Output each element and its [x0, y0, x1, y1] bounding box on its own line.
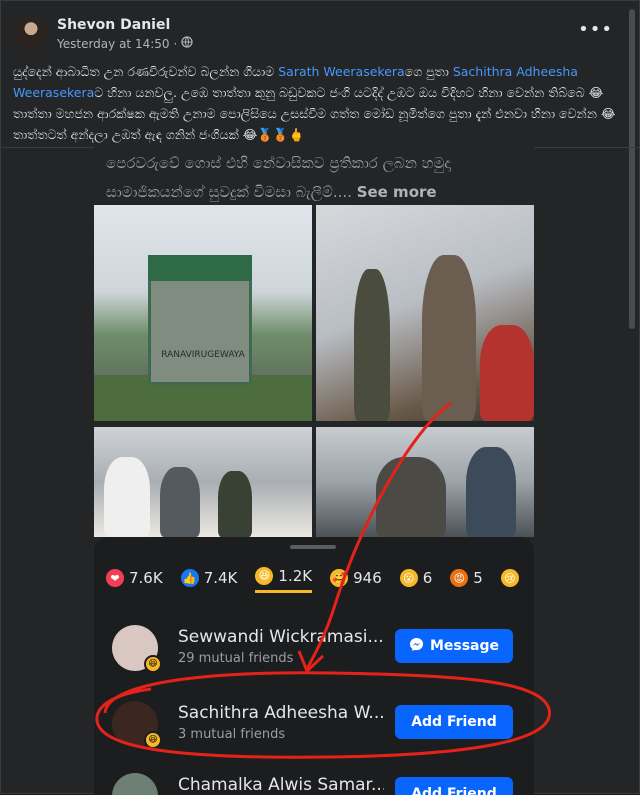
messenger-icon	[409, 637, 424, 656]
reaction-badge-icon: 😆	[144, 655, 162, 673]
post-card: Shevon Daniel Yesterday at 14:50 · ••• ය…	[0, 0, 640, 795]
photo-hospital-sign[interactable]: RANAVIRUGEWAYA	[94, 205, 312, 421]
see-more-link[interactable]: See more	[357, 183, 437, 201]
friend-name[interactable]: Chamalka Alwis Samar...	[178, 775, 384, 795]
reaction-tab[interactable]: 😆 1.2K	[255, 563, 313, 593]
post-meta: Yesterday at 14:50 ·	[57, 36, 193, 51]
reaction-emoji-icon: 🥰	[330, 569, 349, 587]
sign-roof	[148, 255, 252, 281]
mutual-friends: 29 mutual friends	[178, 651, 294, 666]
reaction-tab[interactable]: 👍 7.4K	[180, 563, 238, 593]
mention-link[interactable]: Sarath Weerasekera	[278, 64, 404, 79]
friend-name[interactable]: Sachithra Adheesha W...	[178, 703, 384, 723]
photo-ward[interactable]	[316, 427, 534, 537]
reaction-emoji-icon: ❤	[106, 569, 124, 587]
friend-avatar[interactable]	[112, 773, 158, 795]
reaction-emoji-icon: 😮	[399, 569, 418, 587]
post-text-part: ගෙ පුතා	[404, 64, 453, 79]
friend-row[interactable]: 😆 Sewwandi Wickramasi... 29 mutual friends…	[112, 621, 532, 677]
mutual-friends: 3 mutual friends	[178, 727, 286, 742]
post-text-part: යුද්දෙන් ආබාධිත උන රණවිරුවන්ව බලන්න ගියා…	[13, 64, 279, 79]
reaction-emoji-icon: 😢	[500, 569, 519, 587]
reaction-count: 1.2K	[278, 566, 313, 585]
friend-row[interactable]: 😆Chamalka Alwis Samar...Add Friend	[112, 769, 532, 795]
author-avatar[interactable]	[13, 15, 49, 51]
reaction-tab[interactable]: 😢	[500, 563, 524, 593]
sheet-handle[interactable]	[290, 545, 336, 549]
reaction-emoji-icon: 😡	[450, 569, 469, 587]
post-timestamp[interactable]: Yesterday at 14:50	[57, 37, 170, 51]
reaction-tab[interactable]: 🥰 946	[330, 563, 382, 593]
reaction-tab[interactable]: 😮 6	[399, 563, 433, 593]
scrollbar[interactable]	[629, 9, 635, 329]
embedded-screenshot[interactable]: පෙරවරුවේ ගොස් එහි නේවාසිකව ප්‍රතිකාර ලබන…	[94, 147, 534, 795]
friend-name[interactable]: Sewwandi Wickramasi...	[178, 627, 384, 647]
person-grey	[160, 467, 200, 537]
person-blue	[466, 447, 516, 537]
person-visitor	[422, 255, 476, 421]
person-visitor-2	[376, 457, 446, 537]
reaction-count: 946	[353, 569, 382, 587]
friend-action-button[interactable]: Message	[395, 629, 513, 663]
post-text-part: ට හිනා යනවලු. උඹෙ තාත්තා කුනු බඩුවකට ජංග…	[13, 85, 616, 142]
person-white-shirt	[104, 457, 150, 537]
reaction-count: 7.6K	[129, 569, 163, 587]
reaction-tab[interactable]: ❤ 7.6K	[106, 563, 163, 593]
person-patient	[480, 325, 534, 421]
button-label: Add Friend	[411, 714, 497, 730]
person-uniform	[218, 471, 252, 537]
author-name[interactable]: Shevon Daniel	[57, 17, 170, 33]
sign-text: RANAVIRUGEWAYA	[161, 350, 245, 360]
sign-board: RANAVIRUGEWAYA	[148, 255, 252, 385]
friend-row[interactable]: 😆 Sachithra Adheesha W... 3 mutual friends…	[112, 697, 532, 753]
reaction-tabs: ❤ 7.6K 👍 7.4K 😆 1.2K 🥰 946 😮 6 😡 5 😢	[106, 563, 534, 593]
shared-caption: පෙරවරුවේ ගොස් එහි නේවාසිකව ප්‍රතිකාර ලබන…	[106, 147, 526, 207]
post-text: යුද්දෙන් ආබාධිත උන රණවිරුවන්ව බලන්න ගියා…	[13, 61, 623, 145]
reaction-emoji-icon: 👍	[180, 569, 199, 587]
reaction-emoji-icon: 😆	[255, 566, 274, 585]
person-soldier	[354, 269, 390, 421]
reaction-badge-icon: 😆	[144, 731, 162, 749]
photo-group[interactable]	[94, 427, 312, 537]
reaction-count: 6	[422, 569, 433, 587]
reaction-tab[interactable]: 😡 5	[450, 563, 483, 593]
reaction-count: 7.4K	[203, 569, 238, 587]
meta-separator: ·	[173, 36, 178, 51]
reactions-sheet: ❤ 7.6K 👍 7.4K 😆 1.2K 🥰 946 😮 6 😡 5 😢 😆 Sewwandi Wickr…	[94, 537, 534, 795]
friend-action-button[interactable]: Add Friend	[395, 777, 513, 795]
more-dots-icon[interactable]: •••	[578, 19, 613, 40]
photo-visit[interactable]	[316, 205, 534, 421]
button-label: Message	[429, 638, 500, 654]
globe-icon	[181, 36, 193, 51]
friend-action-button[interactable]: Add Friend	[395, 705, 513, 739]
reaction-count: 5	[473, 569, 483, 587]
